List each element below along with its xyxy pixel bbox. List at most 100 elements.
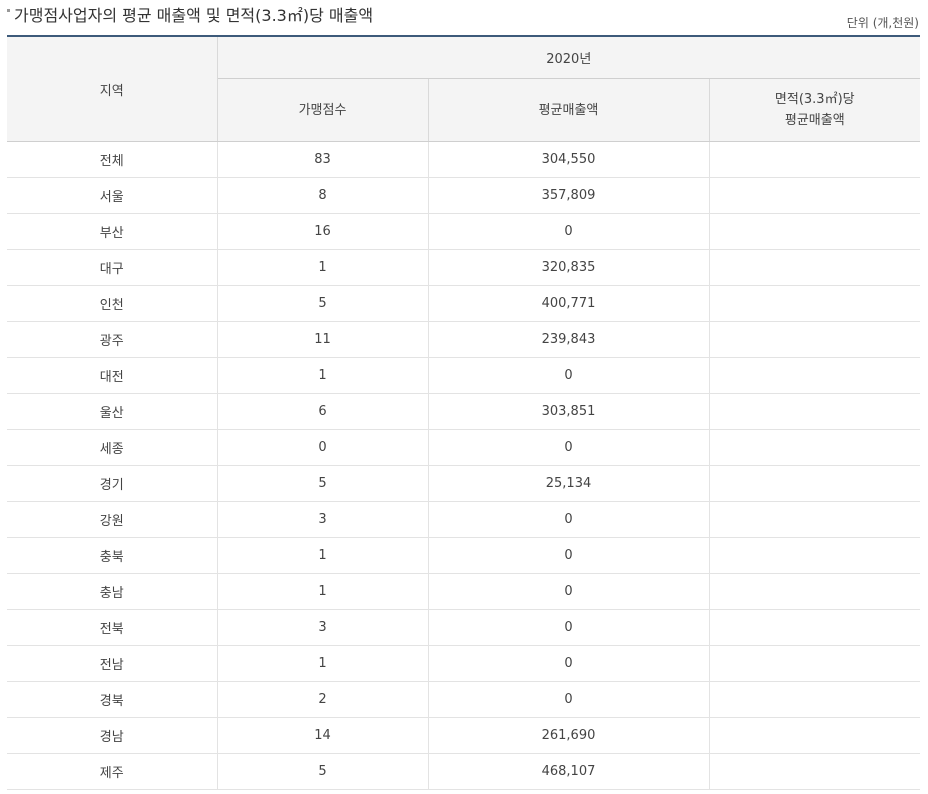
table-row: 경북 2 0 — [7, 681, 921, 718]
region-cell: 충북 — [7, 537, 218, 574]
table-row: 울산 6 303,851 — [7, 393, 921, 430]
stores-cell: 5 — [217, 465, 429, 502]
per-area-cell — [709, 645, 921, 682]
table-row: 광주 11 239,843 — [7, 321, 921, 358]
region-cell: 인천 — [7, 285, 218, 322]
region-cell: 경기 — [7, 465, 218, 502]
table-row: 충남 1 0 — [7, 573, 921, 610]
avg-sales-cell: 0 — [428, 357, 710, 394]
table-header: 지역 2020년 가맹점수 평균매출액 면적(3.3㎡)당 평균매출액 — [7, 36, 921, 142]
avg-sales-cell: 357,809 — [428, 177, 710, 214]
bullet-icon — [7, 9, 10, 12]
stores-cell: 14 — [217, 717, 429, 754]
avg-sales-cell: 0 — [428, 429, 710, 466]
avg-sales-cell: 303,851 — [428, 393, 710, 430]
region-cell: 강원 — [7, 501, 218, 538]
table-row: 대전 1 0 — [7, 357, 921, 394]
table-row: 인천 5 400,771 — [7, 285, 921, 322]
unit-label: 단위 (개,천원) — [846, 16, 919, 30]
per-area-cell — [709, 501, 921, 538]
stores-cell: 1 — [217, 645, 429, 682]
per-area-cell — [709, 681, 921, 718]
table-body: 전체 83 304,550 서울 8 357,809 부산 16 0 대구 1 320,835 인천 5 4… — [7, 141, 921, 790]
avg-sales-cell: 0 — [428, 645, 710, 682]
per-area-header: 면적(3.3㎡)당평균매출액 — [709, 78, 921, 142]
avg-sales-cell: 0 — [428, 609, 710, 646]
avg-sales-cell: 25,134 — [428, 465, 710, 502]
stores-cell: 1 — [217, 249, 429, 286]
avg-sales-cell: 400,771 — [428, 285, 710, 322]
per-area-cell — [709, 429, 921, 466]
per-area-cell — [709, 177, 921, 214]
per-area-cell — [709, 249, 921, 286]
per-area-cell — [709, 213, 921, 250]
region-cell: 제주 — [7, 753, 218, 790]
avg-sales-cell: 0 — [428, 501, 710, 538]
avg-sales-cell: 239,843 — [428, 321, 710, 358]
table-row: 제주 5 468,107 — [7, 753, 921, 790]
region-cell: 전북 — [7, 609, 218, 646]
stores-header: 가맹점수 — [217, 78, 429, 142]
stores-cell: 1 — [217, 573, 429, 610]
per-area-cell — [709, 465, 921, 502]
avg-sales-cell: 0 — [428, 573, 710, 610]
stores-cell: 1 — [217, 537, 429, 574]
table-row: 전북 3 0 — [7, 609, 921, 646]
stores-cell: 3 — [217, 609, 429, 646]
per-area-header-line1: 면적(3.3㎡)당 — [774, 92, 855, 107]
table-row: 전체 83 304,550 — [7, 141, 921, 178]
stores-cell: 16 — [217, 213, 429, 250]
table-row: 전남 1 0 — [7, 645, 921, 682]
stores-cell: 2 — [217, 681, 429, 718]
avg-sales-cell: 261,690 — [428, 717, 710, 754]
stores-cell: 8 — [217, 177, 429, 214]
stores-cell: 5 — [217, 753, 429, 790]
table-row: 강원 3 0 — [7, 501, 921, 538]
region-cell: 경북 — [7, 681, 218, 718]
per-area-cell — [709, 141, 921, 178]
region-cell: 전체 — [7, 141, 218, 178]
table-row: 충북 1 0 — [7, 537, 921, 574]
avg-sales-cell: 304,550 — [428, 141, 710, 178]
title-bar: 가맹점사업자의 평균 매출액 및 면적(3.3㎡)당 매출액 단위 (개,천원) — [0, 0, 928, 36]
table-row: 대구 1 320,835 — [7, 249, 921, 286]
region-cell: 대구 — [7, 249, 218, 286]
region-cell: 경남 — [7, 717, 218, 754]
table-row: 서울 8 357,809 — [7, 177, 921, 214]
avg-sales-cell: 0 — [428, 537, 710, 574]
region-cell: 부산 — [7, 213, 218, 250]
section-title: 가맹점사업자의 평균 매출액 및 면적(3.3㎡)당 매출액 — [7, 2, 373, 26]
table-row: 경기 5 25,134 — [7, 465, 921, 502]
stores-cell: 0 — [217, 429, 429, 466]
section-title-text: 가맹점사업자의 평균 매출액 및 면적(3.3㎡)당 매출액 — [14, 6, 374, 25]
per-area-cell — [709, 573, 921, 610]
avg-sales-cell: 320,835 — [428, 249, 710, 286]
per-area-header-line2: 평균매출액 — [784, 113, 845, 128]
region-cell: 광주 — [7, 321, 218, 358]
avg-sales-header: 평균매출액 — [428, 78, 710, 142]
region-cell: 대전 — [7, 357, 218, 394]
region-cell: 서울 — [7, 177, 218, 214]
stores-cell: 5 — [217, 285, 429, 322]
per-area-cell — [709, 357, 921, 394]
stores-cell: 6 — [217, 393, 429, 430]
per-area-cell — [709, 285, 921, 322]
stores-cell: 11 — [217, 321, 429, 358]
per-area-cell — [709, 393, 921, 430]
region-cell: 충남 — [7, 573, 218, 610]
avg-sales-cell: 0 — [428, 213, 710, 250]
per-area-cell — [709, 609, 921, 646]
region-header: 지역 — [7, 36, 218, 142]
sales-table: 지역 2020년 가맹점수 평균매출액 면적(3.3㎡)당 평균매출액 전체 83 3… — [7, 35, 921, 790]
avg-sales-cell: 468,107 — [428, 753, 710, 790]
region-cell: 전남 — [7, 645, 218, 682]
per-area-cell — [709, 717, 921, 754]
avg-sales-cell: 0 — [428, 681, 710, 718]
stores-cell: 83 — [217, 141, 429, 178]
year-header: 2020년 — [217, 36, 921, 79]
region-cell: 세종 — [7, 429, 218, 466]
per-area-cell — [709, 753, 921, 790]
table-row: 부산 16 0 — [7, 213, 921, 250]
per-area-cell — [709, 321, 921, 358]
table-row: 경남 14 261,690 — [7, 717, 921, 754]
